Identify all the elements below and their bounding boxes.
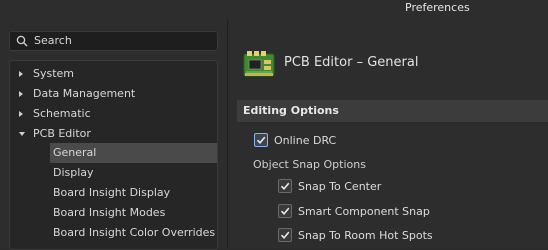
search-placeholder: Search	[34, 34, 72, 47]
tree-item-label: System	[33, 67, 75, 80]
snap-to-room-hot-spots-checkbox[interactable]	[278, 228, 292, 242]
tree-child-board-insight-modes[interactable]: Board Insight Modes	[50, 203, 165, 223]
tree-child-general[interactable]: General	[50, 143, 217, 163]
pcb-board-icon	[243, 51, 275, 77]
snap-to-center-checkbox[interactable]	[278, 179, 292, 193]
search-input[interactable]: Search	[9, 31, 218, 51]
window-title: Preferences	[405, 1, 470, 14]
snap-options-label: Object Snap Options	[253, 158, 366, 171]
settings-panel: PCB Editor – General Editing Options Onl…	[229, 19, 548, 248]
online-drc-checkbox[interactable]	[254, 133, 268, 147]
section-title: Editing Options	[243, 104, 339, 117]
tree-child-label: General	[53, 146, 97, 159]
tree-item-label: Data Management	[33, 87, 136, 100]
chevron-down-icon[interactable]	[19, 132, 25, 136]
tree-child-board-insight-color-overrides[interactable]: Board Insight Color Overrides	[50, 223, 215, 243]
tree-child-label: Display	[53, 166, 94, 179]
title-bar: Preferences	[0, 0, 548, 19]
checkmark-icon	[280, 207, 290, 215]
checkmark-icon	[280, 231, 290, 239]
snap-to-room-hot-spots-label: Snap To Room Hot Spots	[298, 229, 433, 242]
tree-item-label: PCB Editor	[33, 127, 91, 140]
preferences-tree: System Data Management Schematic PCB Edi…	[9, 60, 218, 250]
smart-component-snap-checkbox[interactable]	[278, 204, 292, 218]
online-drc-label: Online DRC	[274, 134, 337, 147]
tree-child-board-insight-display[interactable]: Board Insight Display	[50, 183, 170, 203]
chevron-right-icon[interactable]	[19, 111, 23, 117]
tree-child-label: Board Insight Display	[53, 186, 171, 199]
chevron-right-icon[interactable]	[19, 71, 23, 77]
page-title: PCB Editor – General	[284, 55, 419, 70]
tree-child-display[interactable]: Display	[50, 163, 94, 183]
search-icon	[16, 35, 28, 47]
checkmark-icon	[280, 182, 290, 190]
checkmark-icon	[256, 136, 266, 144]
section-header: Editing Options	[237, 100, 548, 122]
tree-child-label: Board Insight Color Overrides	[53, 226, 216, 239]
tree-item-label: Schematic	[33, 107, 91, 120]
tree-child-label: Board Insight Modes	[53, 206, 166, 219]
smart-component-snap-label: Smart Component Snap	[298, 205, 430, 218]
chevron-right-icon[interactable]	[19, 91, 23, 97]
snap-to-center-label: Snap To Center	[298, 180, 382, 193]
navigation-panel: Search System Data Management Schematic …	[0, 19, 228, 250]
